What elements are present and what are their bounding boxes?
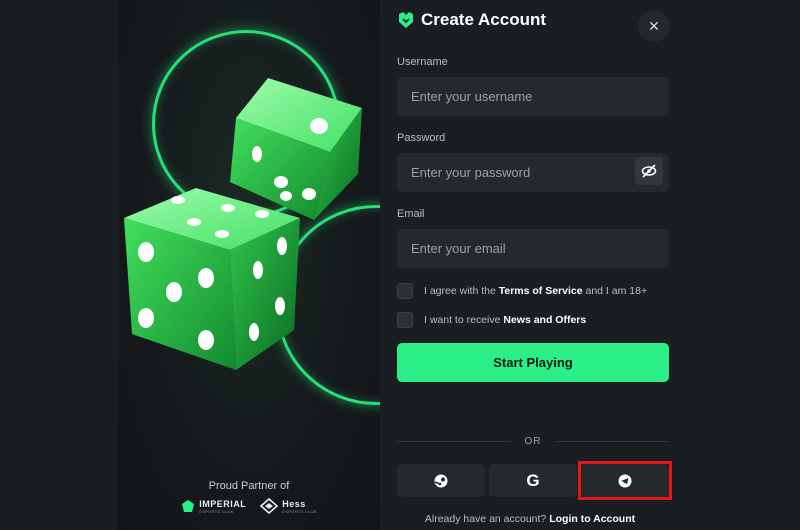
page-title: Create Account	[421, 10, 547, 29]
username-label: Username	[397, 56, 448, 68]
dice-illustration	[124, 78, 362, 370]
email-input[interactable]	[397, 229, 669, 268]
login-prompt: Already have an account? Login to Accoun…	[380, 513, 680, 525]
or-text: OR	[524, 436, 542, 447]
news-checkbox[interactable]	[397, 312, 413, 328]
imperial-logo: IMPERIAL ESPORTS CLUB	[181, 499, 246, 514]
terms-suffix: and I am 18+	[582, 285, 648, 297]
eye-off-icon	[641, 164, 657, 178]
news-prefix: I want to receive	[424, 314, 504, 326]
password-label: Password	[397, 132, 446, 144]
app-frame: Proud Partner of IMPERIAL ESPORTS CLUB He…	[0, 0, 800, 530]
create-account-form: Create Account ✕ Username Password Email…	[380, 0, 680, 530]
login-prompt-text: Already have an account?	[424, 513, 550, 525]
partner-name-imperial: IMPERIAL	[199, 498, 247, 509]
close-icon: ✕	[648, 17, 660, 34]
telegram-login-button[interactable]	[581, 464, 669, 497]
start-playing-button[interactable]: Start Playing	[397, 343, 669, 382]
partner-name-hess: Hess	[282, 498, 306, 509]
promo-panel: Proud Partner of IMPERIAL ESPORTS CLUB He…	[118, 0, 380, 530]
partner-subtitle-imperial: ESPORTS CLUB	[199, 508, 234, 514]
username-input[interactable]	[397, 77, 669, 116]
partner-subtitle-hess: ESPORTS CLUB	[282, 508, 317, 514]
partner-text: Proud Partner of	[208, 480, 290, 492]
terms-text: I agree with the Terms of Service and I …	[424, 285, 647, 297]
hess-emblem-icon	[260, 498, 279, 514]
die-back	[230, 78, 362, 220]
hess-logo: Hess ESPORTS CLUB	[260, 498, 316, 514]
login-link[interactable]: Login to Account	[549, 513, 635, 525]
close-button[interactable]: ✕	[638, 10, 670, 42]
divider-line-left	[397, 441, 511, 442]
telegram-icon	[618, 474, 632, 487]
news-link[interactable]: News and Offers	[503, 314, 586, 326]
google-login-button[interactable]: G	[489, 464, 577, 497]
imperial-emblem-icon	[182, 500, 195, 512]
or-divider: OR	[397, 436, 669, 447]
news-text: I want to receive News and Offers	[424, 314, 586, 326]
news-row: I want to receive News and Offers	[397, 312, 586, 328]
steam-icon	[434, 474, 448, 487]
terms-checkbox[interactable]	[397, 283, 413, 299]
divider-line-right	[555, 441, 669, 442]
steam-login-button[interactable]	[397, 464, 485, 497]
die-front	[124, 188, 300, 370]
terms-row: I agree with the Terms of Service and I …	[397, 283, 647, 299]
terms-link[interactable]: Terms of Service	[499, 285, 583, 297]
password-input[interactable]	[397, 153, 669, 192]
form-header: Create Account	[397, 10, 546, 30]
terms-prefix: I agree with the	[424, 285, 499, 297]
password-visibility-toggle[interactable]	[635, 157, 663, 185]
google-icon: G	[526, 470, 540, 490]
email-label: Email	[397, 208, 425, 220]
shield-logo-icon	[399, 12, 413, 28]
partner-logos: IMPERIAL ESPORTS CLUB Hess ESPORTS CLUB	[118, 498, 380, 514]
